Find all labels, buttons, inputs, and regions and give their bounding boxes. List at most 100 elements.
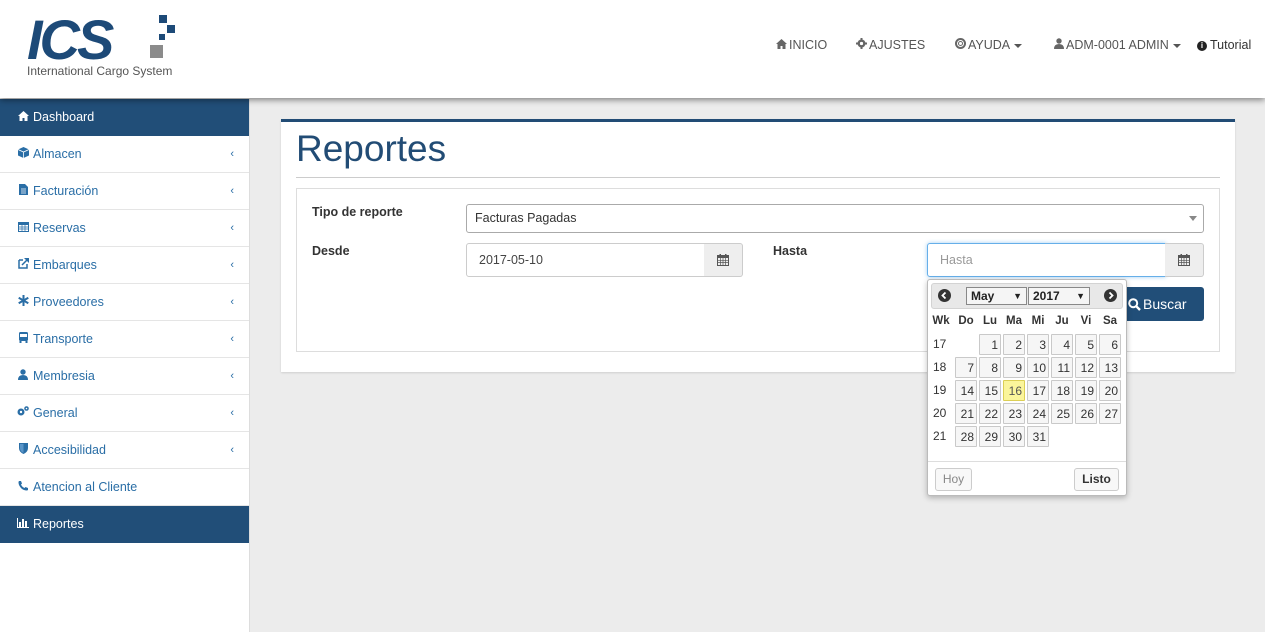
logo-square: [159, 15, 167, 23]
calendar-day[interactable]: 3: [1027, 334, 1049, 355]
calendar-day[interactable]: 11: [1051, 357, 1073, 378]
logo-square: [167, 25, 175, 33]
sidebar-item-general[interactable]: General ‹: [0, 395, 249, 432]
nav-ajustes[interactable]: AJUSTES: [856, 38, 925, 52]
logo-subtitle: International Cargo System: [27, 64, 173, 78]
calendar-day[interactable]: 8: [979, 357, 1001, 378]
nav-ayuda-label: AYUDA: [968, 38, 1011, 52]
calendar-day[interactable]: 2: [1003, 334, 1025, 355]
calendar-day[interactable]: 13: [1099, 357, 1121, 378]
nav-inicio[interactable]: INICIO: [776, 38, 827, 52]
calendar-day[interactable]: 12: [1075, 357, 1097, 378]
calendar-day[interactable]: 18: [1051, 380, 1073, 401]
page-title: Reportes: [296, 128, 447, 169]
phone-icon: [17, 471, 29, 507]
calendar-day-today[interactable]: 16: [1003, 380, 1025, 401]
dropdown-arrow-icon: [1189, 216, 1197, 221]
calendar-day[interactable]: 28: [955, 426, 977, 447]
nav-tutorial[interactable]: i Tutorial: [1197, 38, 1251, 52]
calendar-day[interactable]: 14: [955, 380, 977, 401]
calendar-day[interactable]: 5: [1075, 334, 1097, 355]
calendar-day[interactable]: 30: [1003, 426, 1025, 447]
sidebar-item-facturacion[interactable]: Facturación ‹: [0, 173, 249, 210]
asterisk-icon: [17, 286, 29, 322]
hasta-date-input[interactable]: Hasta: [927, 243, 1166, 277]
chevron-left-icon: ‹: [230, 296, 234, 308]
search-icon: [1128, 298, 1141, 311]
calendar-day[interactable]: 22: [979, 403, 1001, 424]
sidebar-item-membresia[interactable]: Membresia ‹: [0, 358, 249, 395]
calendar-day[interactable]: 24: [1027, 403, 1049, 424]
calendar-day[interactable]: 1: [979, 334, 1001, 355]
calendar-day[interactable]: 23: [1003, 403, 1025, 424]
sidebar-item-almacen[interactable]: Almacen ‹: [0, 136, 249, 173]
hasta-label: Hasta: [773, 244, 808, 258]
sidebar-item-reportes[interactable]: Reportes: [0, 506, 249, 543]
year-select[interactable]: 2017 ▼: [1028, 287, 1090, 305]
calendar-day[interactable]: 10: [1027, 357, 1049, 378]
calendar-day[interactable]: 7: [955, 357, 977, 378]
tipo-reporte-select[interactable]: Facturas Pagadas: [466, 204, 1204, 233]
calendar-day[interactable]: 25: [1051, 403, 1073, 424]
nav-user-label: ADM-0001 ADMIN: [1066, 38, 1169, 52]
nav-ayuda[interactable]: AYUDA: [955, 38, 1023, 52]
nav-user-menu[interactable]: ADM-0001 ADMIN: [1053, 38, 1181, 52]
desde-calendar-button[interactable]: [704, 243, 743, 277]
calendar-day[interactable]: 15: [979, 380, 1001, 401]
calendar-day[interactable]: 29: [979, 426, 1001, 447]
datepicker-footer-divider: [928, 461, 1126, 462]
sidebar-item-proveedores[interactable]: Proveedores ‹: [0, 284, 249, 321]
ics-logo[interactable]: ICS International Cargo System: [27, 12, 187, 82]
sidebar-item-reservas[interactable]: Reservas ‹: [0, 210, 249, 247]
title-divider: [296, 177, 1220, 178]
calendar-day[interactable]: 9: [1003, 357, 1025, 378]
calendar-day[interactable]: 17: [1027, 380, 1049, 401]
shield-icon: [17, 434, 29, 470]
sidebar-item-label: Accesibilidad: [33, 443, 106, 457]
nav-ajustes-label: AJUSTES: [869, 38, 926, 52]
chevron-down-icon: ▼: [1076, 291, 1085, 301]
calendar-day[interactable]: 21: [955, 403, 977, 424]
nav-tutorial-label: Tutorial: [1210, 38, 1252, 52]
hasta-calendar-button[interactable]: [1165, 243, 1204, 277]
today-button[interactable]: Hoy: [935, 468, 972, 491]
tipo-reporte-label: Tipo de reporte: [312, 205, 403, 219]
sidebar-item-accesibilidad[interactable]: Accesibilidad ‹: [0, 432, 249, 469]
month-select[interactable]: May ▼: [966, 287, 1027, 305]
weekday-header: Lu: [982, 315, 998, 327]
calendar-day[interactable]: 31: [1027, 426, 1049, 447]
calendar-day[interactable]: 4: [1051, 334, 1073, 355]
sidebar-item-label: Transporte: [33, 332, 93, 346]
prev-month-button[interactable]: [938, 289, 951, 302]
desde-date-input[interactable]: 2017-05-10: [466, 243, 705, 277]
calendar-day[interactable]: 26: [1075, 403, 1097, 424]
calendar-icon: [1178, 254, 1190, 266]
buscar-button[interactable]: Buscar: [1124, 287, 1204, 321]
calendar-day[interactable]: 27: [1099, 403, 1121, 424]
top-header: ICS International Cargo System INICIO AJ…: [0, 0, 1265, 98]
next-month-button[interactable]: [1104, 289, 1117, 302]
sidebar-item-dashboard[interactable]: Dashboard: [0, 99, 249, 136]
sidebar-item-transporte[interactable]: Transporte ‹: [0, 321, 249, 358]
calendar-day[interactable]: 20: [1099, 380, 1121, 401]
weekday-header: Sa: [1102, 315, 1118, 327]
weekday-header: Vi: [1080, 315, 1092, 327]
datepicker-header: May ▼ 2017 ▼: [931, 283, 1123, 309]
sidebar-item-label: Reportes: [33, 517, 84, 531]
hasta-date-group: Hasta: [927, 243, 1204, 277]
file-icon: [17, 175, 29, 211]
sidebar-item-label: General: [33, 406, 78, 420]
chevron-left-icon: ‹: [230, 148, 234, 160]
home-icon: [776, 39, 787, 52]
weekday-header: Ma: [1006, 315, 1022, 327]
sidebar-item-embarques[interactable]: Embarques ‹: [0, 247, 249, 284]
calendar-day[interactable]: 19: [1075, 380, 1097, 401]
calendar-day[interactable]: 6: [1099, 334, 1121, 355]
info-icon: i: [1197, 41, 1207, 51]
done-button[interactable]: Listo: [1074, 468, 1119, 491]
sidebar-item-atencion-cliente[interactable]: Atencion al Cliente: [0, 469, 249, 506]
bus-icon: [17, 323, 29, 359]
chevron-left-icon: ‹: [230, 370, 234, 382]
bar-chart-icon: [17, 508, 29, 544]
sidebar: Dashboard Almacen ‹ Facturación ‹ Reserv…: [0, 99, 250, 632]
